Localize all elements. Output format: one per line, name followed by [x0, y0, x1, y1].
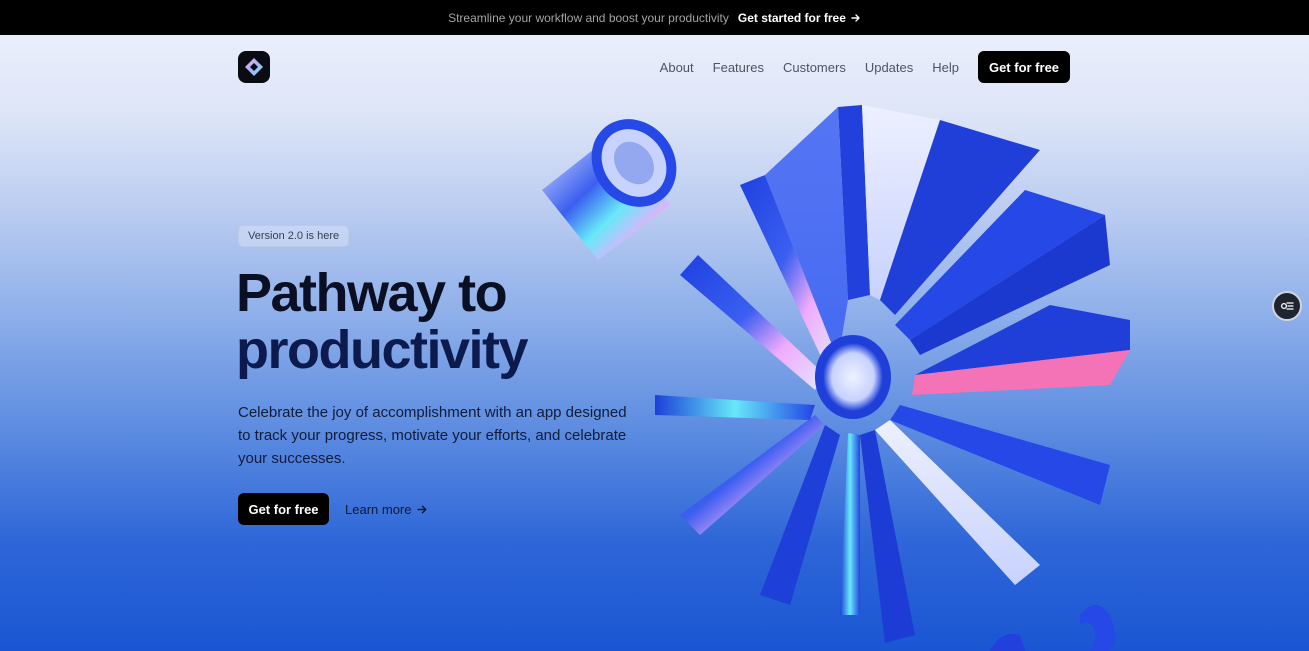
version-badge: Version 2.0 is here — [238, 225, 350, 247]
learn-more-link[interactable]: Learn more — [345, 493, 428, 525]
learn-more-label: Learn more — [345, 501, 412, 517]
nav-link-features[interactable]: Features — [713, 60, 764, 75]
starburst-shape — [655, 105, 1130, 643]
announcement-cta-link[interactable]: Get started for free — [738, 11, 861, 25]
top-nav: About Features Customers Updates Help Ge… — [238, 51, 1070, 83]
arrow-right-icon — [851, 13, 860, 22]
arc-shape — [990, 605, 1115, 651]
nav-links: About Features Customers Updates Help — [660, 51, 959, 83]
hero-3d-illustration — [542, 105, 1130, 651]
nav-link-updates[interactable]: Updates — [865, 60, 913, 75]
tube-shape — [542, 119, 677, 260]
diamond-logo-icon — [245, 58, 263, 76]
announcement-message: Streamline your workflow and boost your … — [448, 10, 729, 25]
nav-link-help[interactable]: Help — [932, 60, 959, 75]
nav-get-for-free-button[interactable]: Get for free — [978, 51, 1070, 83]
announcement-bar: Streamline your workflow and boost your … — [0, 0, 1309, 35]
announcement-cta-label: Get started for free — [737, 10, 846, 25]
arrow-right-icon — [417, 504, 427, 514]
settings-toggle-icon — [1280, 302, 1294, 310]
floating-settings-button[interactable] — [1272, 291, 1302, 321]
nav-link-about[interactable]: About — [660, 60, 694, 75]
hero-section: About Features Customers Updates Help Ge… — [0, 35, 1309, 651]
nav-link-customers[interactable]: Customers — [783, 60, 846, 75]
logo[interactable] — [238, 51, 270, 83]
get-for-free-button[interactable]: Get for free — [238, 493, 329, 525]
